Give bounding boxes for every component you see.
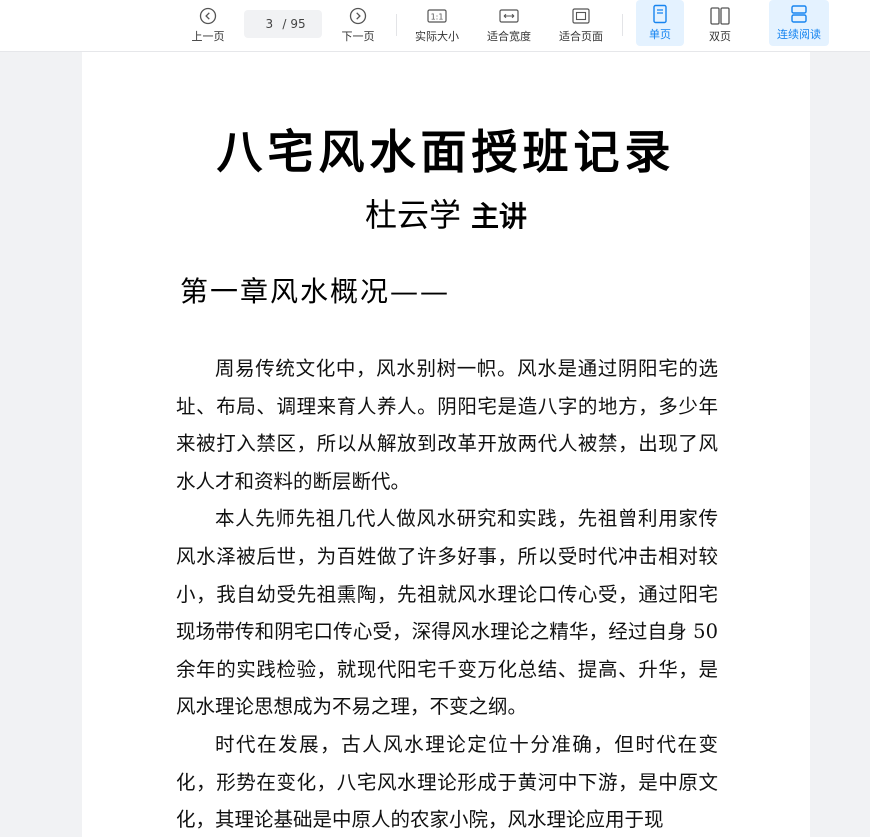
body-paragraph: 时代在发展，古人风水理论定位十分准确，但时代在变化，形势在变化，八宅风水理论形成… <box>176 732 718 832</box>
prev-page-label: 上一页 <box>191 30 225 43</box>
fit-page-button[interactable]: 适合页面 <box>554 4 608 46</box>
double-page-icon <box>709 6 731 26</box>
document-body: 周易传统文化中，风水别树一帜。风水是通过阴阳宅的选址、布局、调理来育人养人。阴阳… <box>176 350 718 837</box>
chevron-left-circle-icon <box>197 6 219 26</box>
actual-size-label: 实际大小 <box>415 30 459 43</box>
body-paragraph: 周易传统文化中，风水别树一帜。风水是通过阴阳宅的选址、布局、调理来育人养人。阴阳… <box>176 357 718 493</box>
body-paragraph: 本人先师先祖几代人做风水研究和实践，先祖曾利用家传风水泽被后世，为百姓做了许多好… <box>176 507 718 719</box>
chapter-heading: 第一章风水概况—— <box>180 275 451 308</box>
double-page-label: 双页 <box>709 30 731 43</box>
chevron-right-circle-icon <box>347 6 369 26</box>
single-page-icon <box>649 4 671 24</box>
single-page-button[interactable]: 单页 <box>636 0 684 46</box>
next-page-label: 下一页 <box>341 30 375 43</box>
reader-toolbar: 上一页 3 / 95 下一页 1:1 实际大小 适合宽度 适合页面 单页 双页 … <box>0 0 870 52</box>
current-page-input[interactable]: 3 <box>260 17 278 31</box>
page-indicator: 3 / 95 <box>244 10 322 38</box>
toolbar-divider <box>396 14 397 36</box>
fit-width-icon <box>498 6 520 26</box>
continuous-reading-label: 连续阅读 <box>777 28 821 41</box>
double-page-button[interactable]: 双页 <box>698 4 742 46</box>
single-page-label: 单页 <box>649 28 671 41</box>
document-page: 八宅风水面授班记录 杜云学 主讲 第一章风水概况—— 周易传统文化中，风水别树一帜… <box>82 52 810 837</box>
actual-size-button[interactable]: 1:1 实际大小 <box>410 4 464 46</box>
author-role: 主讲 <box>471 200 528 233</box>
prev-page-button[interactable]: 上一页 <box>186 4 230 46</box>
toolbar-divider <box>622 14 623 36</box>
document-subtitle: 杜云学 主讲 <box>82 190 810 236</box>
actual-size-icon: 1:1 <box>426 6 448 26</box>
document-title: 八宅风水面授班记录 <box>216 125 676 179</box>
page-separator: / <box>282 17 287 31</box>
continuous-reading-icon <box>788 4 810 24</box>
fit-page-icon <box>570 6 592 26</box>
continuous-reading-button[interactable]: 连续阅读 <box>769 0 829 46</box>
fit-width-button[interactable]: 适合宽度 <box>482 4 536 46</box>
next-page-button[interactable]: 下一页 <box>336 4 380 46</box>
fit-page-label: 适合页面 <box>559 30 603 43</box>
actual-size-icon-text: 1:1 <box>431 13 444 22</box>
total-pages: 95 <box>290 17 306 31</box>
fit-width-label: 适合宽度 <box>487 30 531 43</box>
author-name: 杜云学 <box>364 196 461 234</box>
